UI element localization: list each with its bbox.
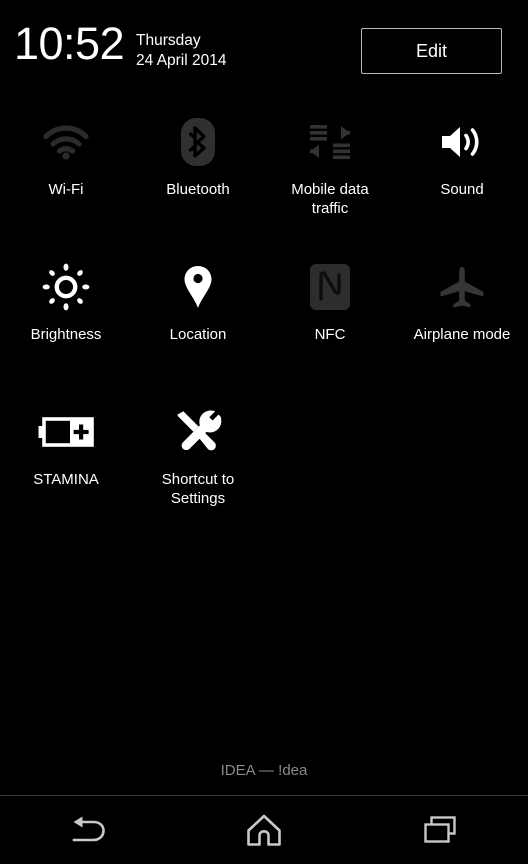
mobile-data-icon: [302, 114, 358, 170]
weekday-label: Thursday: [136, 32, 201, 49]
tile-placeholder: [396, 398, 528, 543]
battery-plus-icon: [38, 404, 94, 460]
tile-placeholder: [264, 398, 396, 543]
tile-wifi[interactable]: Wi-Fi: [0, 108, 132, 253]
nav-back-button[interactable]: [0, 796, 176, 864]
tile-row: Brightness Location NFC Airplane mode: [0, 253, 528, 398]
tile-label: Location: [169, 326, 227, 343]
navigation-bar: [0, 796, 528, 864]
back-arrow-icon: [68, 815, 108, 845]
tile-sound[interactable]: Sound: [396, 108, 528, 253]
tile-brightness[interactable]: Brightness: [0, 253, 132, 398]
tile-label: Wi-Fi: [48, 181, 84, 198]
tile-label: NFC: [314, 326, 346, 343]
date-block: Thursday 24 April 2014: [136, 31, 227, 71]
tile-stamina[interactable]: STAMINA: [0, 398, 132, 543]
carrier-label: IDEA — !dea: [220, 762, 308, 779]
clock-time: 10:52: [14, 18, 125, 69]
tools-icon: [170, 404, 226, 460]
edit-button[interactable]: Edit: [361, 28, 502, 74]
location-pin-icon: [170, 259, 226, 315]
tile-label: Sound: [440, 181, 484, 198]
home-icon: [246, 813, 282, 847]
tile-location[interactable]: Location: [132, 253, 264, 398]
wifi-icon: [38, 114, 94, 170]
tile-label: Shortcut to Settings: [161, 471, 235, 507]
nav-home-button[interactable]: [176, 796, 352, 864]
airplane-icon: [434, 259, 490, 315]
sound-icon: [434, 114, 490, 170]
tile-label: Brightness: [30, 326, 102, 343]
tile-airplane-mode[interactable]: Airplane mode: [396, 253, 528, 398]
tile-row: Wi-Fi Bluetooth Mobile data traffic Soun…: [0, 108, 528, 253]
tile-label: STAMINA: [33, 471, 99, 488]
tile-label: Airplane mode: [413, 326, 511, 343]
tile-label: Mobile data traffic: [291, 181, 369, 217]
bluetooth-icon: [170, 114, 226, 170]
tile-mobile-data[interactable]: Mobile data traffic: [264, 108, 396, 253]
tile-nfc[interactable]: NFC: [264, 253, 396, 398]
tile-row: STAMINA Shortcut to Settings: [0, 398, 528, 543]
header: 10:52 Thursday 24 April 2014 Edit: [0, 0, 528, 100]
nav-recents-button[interactable]: [352, 796, 528, 864]
tile-shortcut-settings[interactable]: Shortcut to Settings: [132, 398, 264, 543]
nfc-icon: [302, 259, 358, 315]
recent-apps-icon: [423, 815, 457, 845]
quick-settings-grid: Wi-Fi Bluetooth Mobile data traffic Soun…: [0, 108, 528, 543]
date-label: 24 April 2014: [136, 52, 227, 69]
brightness-icon: [38, 259, 94, 315]
quick-settings-screen: 10:52 Thursday 24 April 2014 Edit Wi-Fi …: [0, 0, 528, 864]
tile-bluetooth[interactable]: Bluetooth: [132, 108, 264, 253]
tile-label: Bluetooth: [166, 181, 230, 198]
